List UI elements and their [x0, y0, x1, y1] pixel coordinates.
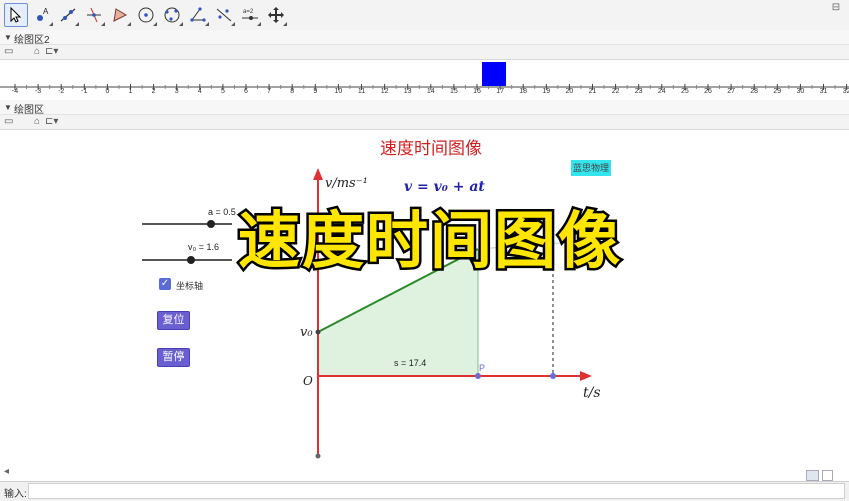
- number-line-tick-label: 23: [634, 88, 643, 95]
- y-axis-arrow-icon: [313, 168, 323, 180]
- number-line-tick-label: 26: [704, 88, 712, 95]
- number-line-tick-label: 28: [750, 88, 759, 95]
- toolbar: A a=2 ⊟: [0, 0, 849, 31]
- graphics2-panel-header: ▼ 绘图区2: [0, 30, 849, 46]
- graphics2-toggle-icon[interactable]: ▭: [4, 46, 13, 57]
- point-p[interactable]: [475, 373, 481, 379]
- number-line-tick-label: 4: [197, 88, 202, 95]
- keyboard-icon[interactable]: [806, 470, 819, 481]
- x-axis-arrow-icon: [580, 371, 592, 381]
- number-line-tick-label: 19: [542, 88, 551, 95]
- point-tool-button[interactable]: A: [30, 3, 54, 27]
- move-tool-button[interactable]: [4, 3, 28, 27]
- slider-tool-text: a=2: [243, 9, 254, 15]
- graphics-panel-header: ▼ 绘图区: [0, 100, 849, 116]
- view-menu-icon[interactable]: ⊏▾: [45, 46, 58, 57]
- x-axis-label: t/s: [583, 385, 601, 401]
- number-line-tick-label: 20: [565, 88, 574, 95]
- svg-text:A: A: [43, 7, 49, 16]
- move-graphics-tool-button[interactable]: [264, 3, 288, 27]
- reflect-tool-button[interactable]: [212, 3, 236, 27]
- collapse-triangle-icon[interactable]: ▼: [4, 103, 12, 112]
- number-line-tick-label: 2: [151, 88, 156, 95]
- number-line-tick-label: 5: [220, 88, 225, 95]
- number-line-tick-label: 24: [657, 88, 666, 95]
- axes-checkbox[interactable]: ✓: [159, 278, 171, 290]
- slider-a-handle[interactable]: [207, 220, 215, 228]
- number-line-tick-label: 31: [819, 88, 828, 95]
- number-line-tick-label: 10: [334, 88, 343, 95]
- number-line-tick-label: 27: [727, 88, 735, 95]
- window-close-icon[interactable]: ⊟: [829, 2, 843, 16]
- number-line-tick-label: 0: [105, 88, 110, 95]
- graphics-toggle-icon[interactable]: ▭: [4, 116, 13, 127]
- reset-button[interactable]: 复位: [157, 311, 190, 330]
- number-line-tick-label: 8: [290, 88, 295, 95]
- number-line-tick-label: -2: [58, 88, 65, 95]
- v0-label: v₀: [300, 325, 313, 340]
- number-line-tick-label: 29: [773, 88, 782, 95]
- number-line-tick-label: 3: [174, 88, 179, 95]
- number-line-tick-label: 6: [244, 88, 248, 95]
- time-marker-point[interactable]: [550, 373, 556, 379]
- graph-title: 速度时间图像: [380, 139, 482, 159]
- number-line-tick-label: 13: [403, 88, 412, 95]
- number-line-tick-label: 9: [313, 88, 318, 95]
- graphics-title: 绘图区: [14, 105, 44, 116]
- point-p-label: P: [479, 363, 486, 373]
- number-line-tick-label: -4: [11, 88, 19, 95]
- angle-tool-button[interactable]: [186, 3, 210, 27]
- circle-three-points-tool-button[interactable]: [160, 3, 184, 27]
- y-axis-label: v/ms⁻¹: [325, 176, 368, 191]
- slider-a-label: a = 0.5: [208, 207, 236, 217]
- y-axis-end-point[interactable]: [315, 453, 321, 459]
- number-line-tick-label: 21: [588, 88, 597, 95]
- number-line-tick-label: 17: [496, 88, 504, 95]
- number-line-tick-label: 30: [796, 88, 805, 95]
- panel-toggle-icon[interactable]: ◂: [4, 466, 9, 477]
- number-line-tick-label: -1: [81, 88, 88, 95]
- origin-label: O: [303, 374, 313, 388]
- perpendicular-tool-button[interactable]: [82, 3, 106, 27]
- number-line-tick-label: 32: [842, 88, 849, 95]
- graphics2-number-line: [0, 62, 849, 90]
- graphics2-style-bar: ▭ ⌂ ⊏▾: [0, 45, 849, 60]
- line-tool-button[interactable]: [56, 3, 80, 27]
- fullscreen-icon[interactable]: [822, 470, 833, 481]
- input-field[interactable]: [28, 483, 845, 499]
- number-line-tick-label: 11: [357, 88, 366, 95]
- pause-button[interactable]: 暂停: [157, 348, 190, 367]
- v0-point[interactable]: [315, 329, 321, 335]
- overlay-title: 速度时间图像: [235, 202, 623, 280]
- number-line-tick-label: 1: [128, 88, 133, 95]
- number-line-tick-label: 16: [473, 88, 481, 95]
- view-menu-icon[interactable]: ⊏▾: [45, 116, 58, 127]
- graphics-style-bar: ▭ ⌂ ⊏▾: [0, 115, 849, 130]
- number-line-tick-label: 18: [519, 88, 528, 95]
- tag-label: 蓝思物理: [571, 160, 611, 176]
- slider-v0-handle[interactable]: [187, 256, 195, 264]
- home-icon[interactable]: ⌂: [34, 116, 40, 127]
- number-line-tick-label: 12: [380, 88, 389, 95]
- home-icon[interactable]: ⌂: [34, 46, 40, 57]
- polygon-tool-button[interactable]: [108, 3, 132, 27]
- axes-checkbox-label: 坐标轴: [176, 282, 204, 292]
- collapse-triangle-icon[interactable]: ▼: [4, 33, 12, 42]
- number-line-tick-label: 25: [680, 88, 689, 95]
- number-line-tick-label: -3: [34, 88, 42, 95]
- slider-v0-label: v₀ = 1.6: [188, 242, 220, 252]
- circle-tool-button[interactable]: [134, 3, 158, 27]
- number-line-tick-label: 22: [611, 88, 620, 95]
- graphics2-title: 绘图区2: [14, 35, 50, 46]
- area-label: s = 17.4: [394, 358, 427, 368]
- cursor-icon: [10, 6, 22, 23]
- number-line-tick-label: 14: [426, 88, 435, 95]
- input-label: 输入:: [4, 489, 27, 500]
- number-line-tick-label: 15: [449, 88, 458, 95]
- number-line-tick-label: 7: [267, 88, 272, 95]
- blue-square[interactable]: [482, 62, 506, 86]
- slider-tool-button[interactable]: a=2: [238, 3, 262, 27]
